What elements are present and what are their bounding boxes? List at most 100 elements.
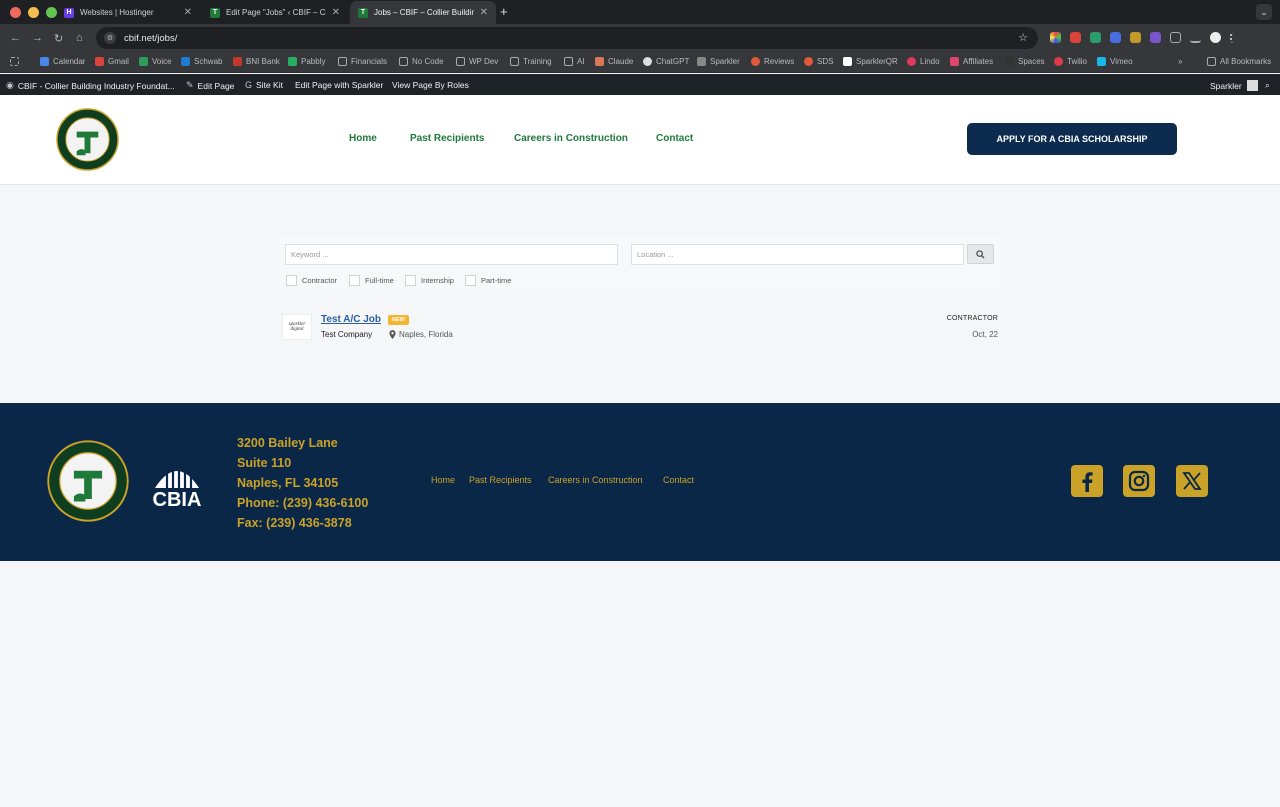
menu-dots-icon[interactable] [1230,32,1241,43]
job-type-internship[interactable]: Internship [405,275,454,286]
checkbox[interactable] [349,275,360,286]
bookmark-item[interactable]: SDS [804,57,833,66]
bookmarks-overflow-icon[interactable]: » [1178,57,1182,66]
bookmark-label: Schwab [194,57,223,66]
extension-icon[interactable] [1110,32,1121,43]
download-icon[interactable] [1190,32,1201,43]
browser-tab[interactable]: H Websites | Hostinger ✕ [56,1,200,24]
wp-roles-label: View Page By Roles [392,80,469,90]
bookmark-item[interactable]: Sparkler [697,57,740,66]
wp-edit-page[interactable]: ✎ Edit Page [186,80,234,91]
wp-site-label: CBIF - Collier Building Industry Foundat… [17,80,175,91]
wp-site-kit[interactable]: G Site Kit [245,80,283,90]
footer-nav-home[interactable]: Home [431,475,455,485]
wp-edit-sparkler[interactable]: Edit Page with Sparkler [295,80,383,90]
address-bar[interactable]: ⚙ cbif.net/jobs/ ☆ [96,27,1038,49]
cbif-favicon-icon: T [358,7,368,18]
bookmark-folder[interactable]: WP Dev [456,57,498,66]
facebook-icon[interactable] [1071,465,1103,497]
bookmark-item[interactable]: Spaces [1005,57,1045,66]
checkbox[interactable] [405,275,416,286]
forward-icon[interactable]: → [32,32,43,44]
extension-icon[interactable] [1090,32,1101,43]
bookmark-item[interactable]: Calendar [40,57,85,66]
tab-search-icon[interactable]: ⌄ [1256,4,1272,20]
close-tab-icon[interactable]: ✕ [184,7,192,18]
extension-icon[interactable] [1070,32,1081,43]
bookmark-label: SDS [817,57,834,66]
nav-contact[interactable]: Contact [656,133,693,144]
browser-tab[interactable]: T Edit Page "Jobs" ‹ CBIF – Coll ✕ [202,1,348,24]
all-bookmarks[interactable]: All Bookmarks [1207,57,1271,66]
bookmark-item[interactable]: Schwab [181,57,222,66]
checkbox[interactable] [465,275,476,286]
new-tab-icon[interactable]: + [500,4,508,19]
job-location-text: Naples, Florida [399,330,453,339]
home-icon[interactable]: ⌂ [76,32,83,44]
checkbox[interactable] [286,275,297,286]
site-info-icon[interactable]: ⚙ [104,32,116,44]
apps-grid-icon[interactable] [10,57,23,66]
nav-past-recipients[interactable]: Past Recipients [410,133,484,144]
phone[interactable]: Phone: (239) 436-6100 [237,493,368,513]
cbif-logo[interactable] [56,108,119,171]
bookmark-item[interactable]: BNI Bank [233,57,280,66]
close-tab-icon[interactable]: ✕ [480,7,488,18]
bookmark-item[interactable]: ChatGPT [643,57,689,66]
tab-title: Edit Page "Jobs" ‹ CBIF – Coll [226,8,326,17]
back-icon[interactable]: ← [10,32,21,44]
job-listing[interactable]: sparkler digital Test A/C Job NEW Test C… [279,312,1001,344]
job-type-full-time[interactable]: Full-time [349,275,394,286]
extension-icon[interactable] [1150,32,1161,43]
wp-user-menu[interactable]: Sparkler [1210,80,1258,91]
wp-view-by-roles[interactable]: View Page By Roles [392,80,469,90]
footer-nav-contact[interactable]: Contact [663,475,694,485]
close-tab-icon[interactable]: ✕ [332,7,340,18]
extension-icon[interactable] [1050,32,1061,43]
reload-icon[interactable]: ↻ [54,32,63,45]
keyword-input[interactable]: Keyword ... [285,244,618,265]
bookmark-folder[interactable]: No Code [399,57,444,66]
bookmark-item[interactable]: Lindo [907,57,940,66]
instagram-icon[interactable] [1123,465,1155,497]
window-controls[interactable] [10,7,57,18]
footer-nav-careers[interactable]: Careers in Construction [548,475,643,485]
bookmark-item[interactable]: Claude [595,57,633,66]
tab-title: Websites | Hostinger [80,8,154,17]
extensions-puzzle-icon[interactable] [1170,32,1181,43]
address-line: Naples, FL 34105 [237,476,339,490]
bookmark-folder[interactable]: Financials [338,57,387,66]
job-type-part-time[interactable]: Part-time [465,275,511,286]
browser-tab-active[interactable]: T Jobs – CBIF – Collier Building ✕ [350,1,496,24]
bookmark-item[interactable]: Reviews [751,57,794,66]
minimize-window-icon[interactable] [28,7,39,18]
bookmark-label: SparklerQR [856,57,898,66]
bookmark-item[interactable]: Vimeo [1097,57,1133,66]
extension-icon[interactable] [1130,32,1141,43]
nav-home[interactable]: Home [349,133,377,144]
bookmark-item[interactable]: Voice [139,57,172,66]
profile-avatar[interactable] [1210,32,1221,43]
bookmark-label: BNI Bank [246,57,280,66]
job-type-contractor[interactable]: Contractor [286,275,337,286]
job-title-link[interactable]: Test A/C Job [321,314,381,325]
job-type-label: Full-time [365,276,394,285]
wp-site-name[interactable]: ◉ CBIF - Collier Building Industry Founda… [6,80,175,91]
footer-nav-past-recipients[interactable]: Past Recipients [469,475,532,485]
nav-careers-in-construction[interactable]: Careers in Construction [514,133,628,144]
bookmark-item[interactable]: SparklerQR [843,57,898,66]
bookmark-item[interactable]: Twilio [1054,57,1087,66]
location-input[interactable]: Location ... [631,244,964,265]
bookmark-label: ChatGPT [656,57,690,66]
x-twitter-icon[interactable] [1176,465,1208,497]
apply-scholarship-button[interactable]: APPLY FOR A CBIA SCHOLARSHIP [967,123,1177,155]
bookmark-folder[interactable]: Training [510,57,552,66]
bookmark-item[interactable]: Affiliates [950,57,993,66]
bookmark-folder[interactable]: AI [564,57,585,66]
bookmark-item[interactable]: Pabbly [288,57,325,66]
bookmark-star-icon[interactable]: ☆ [1018,31,1028,44]
search-button[interactable] [967,244,994,264]
bookmark-item[interactable]: Gmail [95,57,129,66]
wp-search-icon[interactable]: ⌕ [1265,80,1270,91]
close-window-icon[interactable] [10,7,21,18]
